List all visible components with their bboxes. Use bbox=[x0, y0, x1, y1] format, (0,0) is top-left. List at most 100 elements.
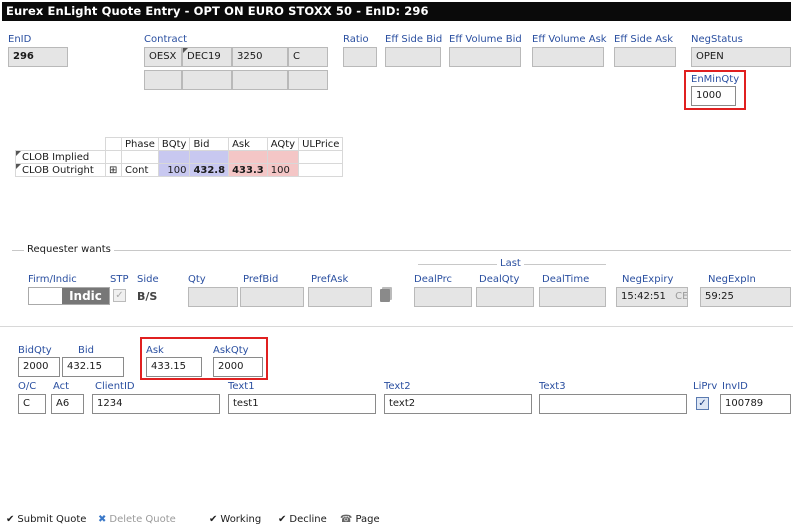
checkmark-icon: ✔ bbox=[278, 514, 287, 525]
text1-label: Text1 bbox=[228, 381, 255, 392]
decline-button[interactable]: ✔ Decline bbox=[278, 514, 327, 525]
enid-field: 296 bbox=[8, 47, 68, 67]
askqty-input[interactable]: 2000 bbox=[213, 357, 263, 377]
text2-label: Text2 bbox=[384, 381, 411, 392]
contract-strike-field: 3250 bbox=[232, 47, 288, 67]
invid-input[interactable]: 100789 bbox=[720, 394, 791, 414]
dealprc-label: DealPrc bbox=[414, 274, 453, 285]
grid-row-name: CLOB Implied bbox=[15, 150, 106, 164]
title-bar: Eurex EnLight Quote Entry - OPT ON EURO … bbox=[0, 0, 793, 23]
grid-cell-ulprice bbox=[298, 150, 344, 164]
grid-cell-bid bbox=[189, 150, 230, 164]
ask-label: Ask bbox=[146, 345, 164, 356]
eff-side-ask-label: Eff Side Ask bbox=[614, 34, 674, 45]
enid-label: EnID bbox=[8, 34, 32, 45]
ratio-field bbox=[343, 47, 377, 67]
enminqty-input[interactable]: 1000 bbox=[691, 86, 736, 106]
grid-header-ask: Ask bbox=[228, 137, 268, 151]
askqty-label: AskQty bbox=[213, 345, 249, 356]
table-row[interactable]: CLOB Implied bbox=[15, 150, 344, 164]
submit-quote-button[interactable]: ✔ Submit Quote bbox=[6, 514, 86, 525]
act-input[interactable]: A6 bbox=[51, 394, 84, 414]
eff-volume-bid-label: Eff Volume Bid bbox=[449, 34, 522, 45]
oc-label: O/C bbox=[18, 381, 37, 392]
contract-expiry-field: DEC19 bbox=[182, 47, 232, 67]
grid-cell-aqty bbox=[266, 150, 300, 164]
divider bbox=[0, 326, 793, 327]
contract-type-field: C bbox=[288, 47, 328, 67]
contract-product-field: OESX bbox=[144, 47, 182, 67]
firm-indic-label: Firm/Indic bbox=[28, 274, 77, 285]
clientid-input[interactable]: 1234 bbox=[92, 394, 220, 414]
clob-price-grid: Phase BQty Bid Ask AQty ULPrice CLOB Imp… bbox=[15, 137, 344, 177]
working-button[interactable]: ✔ Working bbox=[209, 514, 261, 525]
page-button[interactable]: ☎ Page bbox=[340, 514, 380, 525]
firm-indic-toggle[interactable]: Indic bbox=[28, 287, 110, 305]
ask-input[interactable]: 433.15 bbox=[146, 357, 202, 377]
qty-label: Qty bbox=[188, 274, 206, 285]
stp-label: STP bbox=[110, 274, 129, 285]
eff-side-ask-field bbox=[614, 47, 676, 67]
eff-side-bid-label: Eff Side Bid bbox=[385, 34, 443, 45]
dealqty-label: DealQty bbox=[479, 274, 520, 285]
eff-volume-ask-field bbox=[532, 47, 604, 67]
oc-input[interactable]: C bbox=[18, 394, 46, 414]
contract-leg2-field bbox=[144, 70, 182, 90]
side-label: Side bbox=[137, 274, 159, 285]
bid-input[interactable]: 432.15 bbox=[62, 357, 124, 377]
grid-cell bbox=[105, 150, 122, 164]
grid-header-phase: Phase bbox=[121, 137, 159, 151]
liprv-checkbox[interactable]: ✓ bbox=[696, 397, 709, 410]
grid-header-aqty: AQty bbox=[266, 137, 300, 151]
bidqty-input[interactable]: 2000 bbox=[18, 357, 60, 377]
grid-header-bid: Bid bbox=[189, 137, 230, 151]
text2-input[interactable]: text2 bbox=[384, 394, 532, 414]
enminqty-label: EnMinQty bbox=[691, 74, 740, 85]
negexpiry-field: 15:42:51 CEST bbox=[616, 287, 688, 307]
grid-header-bqty: BQty bbox=[157, 137, 191, 151]
dealprc-field bbox=[414, 287, 472, 307]
table-row[interactable]: CLOB Outright ⊞ Cont 100 432.8 433.3 100 bbox=[15, 163, 344, 177]
prefask-field bbox=[308, 287, 372, 307]
negexpiry-value: 15:42:51 bbox=[621, 291, 666, 302]
text3-label: Text3 bbox=[539, 381, 566, 392]
grid-cell-aqty: 100 bbox=[266, 163, 300, 177]
prefbid-field bbox=[240, 287, 304, 307]
grid-header-ulprice: ULPrice bbox=[298, 137, 344, 151]
prefbid-label: PrefBid bbox=[243, 274, 279, 285]
requester-section-label: Requester wants bbox=[24, 244, 114, 255]
ratio-label: Ratio bbox=[343, 34, 369, 45]
indic-button[interactable]: Indic bbox=[62, 288, 109, 304]
dealtime-field bbox=[539, 287, 606, 307]
text3-input[interactable] bbox=[539, 394, 687, 414]
contract-leg2-field bbox=[288, 70, 328, 90]
copy-icon[interactable] bbox=[380, 289, 390, 302]
invid-label: InvID bbox=[722, 381, 748, 392]
eff-volume-bid-field bbox=[449, 47, 521, 67]
negexpiry-label: NegExpiry bbox=[622, 274, 674, 285]
dealqty-field bbox=[476, 287, 534, 307]
negstatus-field: OPEN bbox=[691, 47, 791, 67]
expand-icon[interactable]: ⊞ bbox=[105, 163, 122, 177]
page-icon: ☎ bbox=[340, 514, 353, 525]
bidqty-label: BidQty bbox=[18, 345, 52, 356]
grid-cell-phase bbox=[121, 150, 159, 164]
contract-leg2-field bbox=[182, 70, 232, 90]
text1-input[interactable]: test1 bbox=[228, 394, 376, 414]
dealtime-label: DealTime bbox=[542, 274, 590, 285]
checkmark-icon: ✔ bbox=[6, 514, 15, 525]
negexpiry-timezone: CEST bbox=[675, 291, 688, 302]
window-title: Eurex EnLight Quote Entry - OPT ON EURO … bbox=[6, 4, 429, 18]
grid-cell-ask: 433.3 bbox=[228, 163, 268, 177]
clientid-label: ClientID bbox=[95, 381, 135, 392]
divider bbox=[12, 250, 791, 251]
negstatus-label: NegStatus bbox=[691, 34, 743, 45]
grid-cell-ulprice bbox=[298, 163, 344, 177]
eff-volume-ask-label: Eff Volume Ask bbox=[532, 34, 607, 45]
liprv-label: LiPrv bbox=[693, 381, 718, 392]
grid-cell-bqty: 100 bbox=[157, 163, 191, 177]
delete-quote-button[interactable]: ✖ Delete Quote bbox=[98, 514, 176, 525]
negexpin-label: NegExpIn bbox=[708, 274, 756, 285]
negexpin-field: 59:25 bbox=[700, 287, 791, 307]
qty-field bbox=[188, 287, 238, 307]
